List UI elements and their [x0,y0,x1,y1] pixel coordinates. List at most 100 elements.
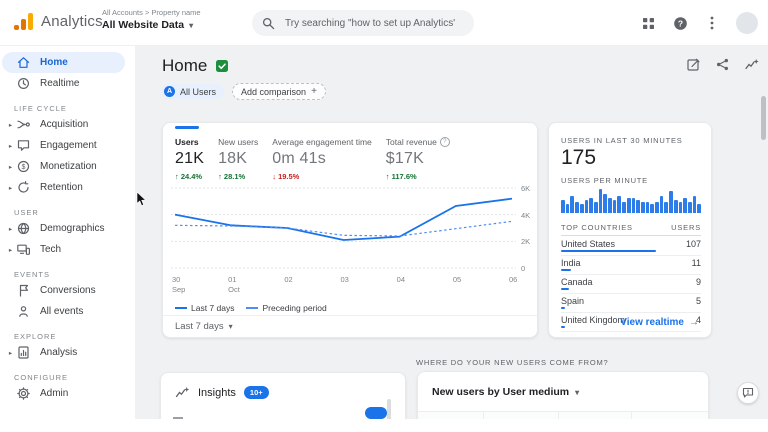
expand-caret-icon: ▸ [8,246,13,254]
share-icon[interactable] [716,58,729,71]
users-col: USERS [671,223,701,232]
expand-caret-icon: ▸ [8,184,13,192]
minute-bar [692,195,697,213]
sidebar-item-home[interactable]: Home [2,52,125,73]
sidebar-item-analysis[interactable]: ▸ Analysis [2,342,125,363]
users-last-30min-value: 175 [561,146,597,169]
kebab-menu-icon[interactable] [704,15,720,31]
chart-legend: Last 7 days Preceding period [175,303,327,313]
minute-bar [598,189,603,213]
feedback-button[interactable] [737,382,759,404]
search-input[interactable] [283,16,457,30]
analytics-home-link[interactable]: Analytics [14,12,103,30]
property-name: All Website Data [102,19,185,32]
sidebar-item-label: Home [40,57,68,68]
sidebar-item-all-events[interactable]: All events [2,301,125,322]
metric-value: 0m 41s [272,150,326,167]
sidebar-item-realtime[interactable]: Realtime [2,73,125,94]
country-bar [561,269,571,271]
page-scrollbar[interactable] [761,96,766,140]
all-users-chip[interactable]: A All Users [162,84,225,99]
add-comparison-chip[interactable]: Add comparison + [232,83,326,100]
minute-bar [697,204,702,213]
expand-caret-icon: ▸ [8,225,13,233]
x-axis-tick: 05 [452,275,462,284]
x-axis-tick: 30 Sep [172,275,186,294]
metric-delta: ↑ 28.1% [218,172,246,181]
help-icon[interactable]: ? [439,137,450,147]
x-axis-tick: 01 Oct [228,275,240,294]
minute-bar [589,197,593,213]
legend-preceding-period: Preceding period [246,303,327,313]
new-users-dimension-selector[interactable]: New users by User medium ▾ [432,386,579,398]
legend-last-7-days: Last 7 days [175,303,234,313]
sidebar-item-engagement[interactable]: ▸ Engagement [2,135,125,156]
country-row-canada: Canada 9 [561,275,701,294]
sidebar-item-retention[interactable]: ▸ Retention [2,177,125,198]
country-users: 5 [695,296,701,306]
sidebar-item-tech[interactable]: ▸ Tech [2,239,125,260]
country-users: 107 [685,239,701,249]
view-realtime-link[interactable]: View realtime → [620,317,699,328]
user-avatar[interactable] [736,12,758,34]
analysis-icon [16,345,31,360]
acquisition-icon [16,117,31,132]
sidebar-item-label: Demographics [40,223,105,234]
sidebar-item-monetization[interactable]: ▸ $ Monetization [2,156,125,177]
sidebar-item-label: Admin [40,388,69,399]
search-icon [262,17,275,30]
metric-average-engagement-time[interactable]: Average engagement time 0m 41s ↓ 19.5% [272,137,372,181]
engagement-icon [16,138,31,153]
sidebar-item-admin[interactable]: Admin [2,383,125,404]
minute-bar [622,202,626,213]
sidebar-section-user: USER [14,207,39,217]
sidebar-item-label: Engagement [40,140,97,151]
account-switcher[interactable]: All Accounts > Property name All Website… [102,8,201,33]
insight-item-icon [173,409,183,419]
metrics-row: Users 21K ↑ 24.4% New users 18K ↑ 28.1% Averag… [175,137,527,181]
metric-label-text: New users [218,137,259,147]
sidebar-item-label: Tech [40,244,62,255]
minute-bar [636,200,640,213]
customize-report-icon[interactable] [687,58,700,71]
expand-caret-icon: ▸ [8,142,13,150]
country-row-india: India 11 [561,256,701,275]
users-line-chart: 6K 4K 2K 0 30 Sep 01 Oct 02 03 04 05 06 [163,184,539,301]
sidebar: Home Realtime LIFE CYCLE ▸ Acquisition ▸ Engag… [0,46,135,412]
country-name: Spain [561,296,585,306]
minute-bar [603,193,608,213]
metric-label-text: Average engagement time [272,137,372,147]
legend-swatch-solid [175,307,187,309]
metric-users[interactable]: Users 21K ↑ 24.4% [175,137,204,181]
sidebar-item-demographics[interactable]: ▸ Demographics [2,218,125,239]
minute-bar [683,197,687,213]
metric-new-users[interactable]: New users 18K ↑ 28.1% [218,137,258,181]
metric-label: Total revenue? [386,137,450,147]
sidebar-section-life-cycle: LIFE CYCLE [14,103,67,113]
topbar-actions: ? [640,0,758,46]
metric-total-revenue[interactable]: Total revenue? $17K ↑ 117.6% [386,137,450,181]
minute-bar [612,200,617,213]
sidebar-item-conversions[interactable]: Conversions [2,280,125,301]
apps-grid-icon[interactable] [640,15,656,31]
metric-label: Users [175,137,204,147]
users-per-minute-chart [561,187,702,213]
sidebar-section-events: EVENTS [14,269,51,279]
country-name: United Kingdom [561,315,626,325]
country-bar [561,326,565,328]
flag-icon [16,283,31,298]
minute-bar [669,191,673,213]
insights-count-badge[interactable]: 10+ [243,386,269,399]
expand-caret-icon: ▸ [8,349,13,357]
search-bar[interactable] [252,10,474,36]
page-title: Home [162,56,208,75]
help-icon[interactable]: ? [672,15,688,31]
page-header: Home [162,56,229,76]
sidebar-item-acquisition[interactable]: ▸ Acquisition [2,114,125,135]
insights-header: Insights 10+ [175,386,269,399]
minute-bar [561,200,565,213]
mouse-cursor [136,192,147,207]
date-range-selector[interactable]: Last 7 days ▾ [175,321,233,332]
insights-sparkline-icon[interactable] [745,58,759,71]
metric-label-text: Total revenue [385,137,437,147]
